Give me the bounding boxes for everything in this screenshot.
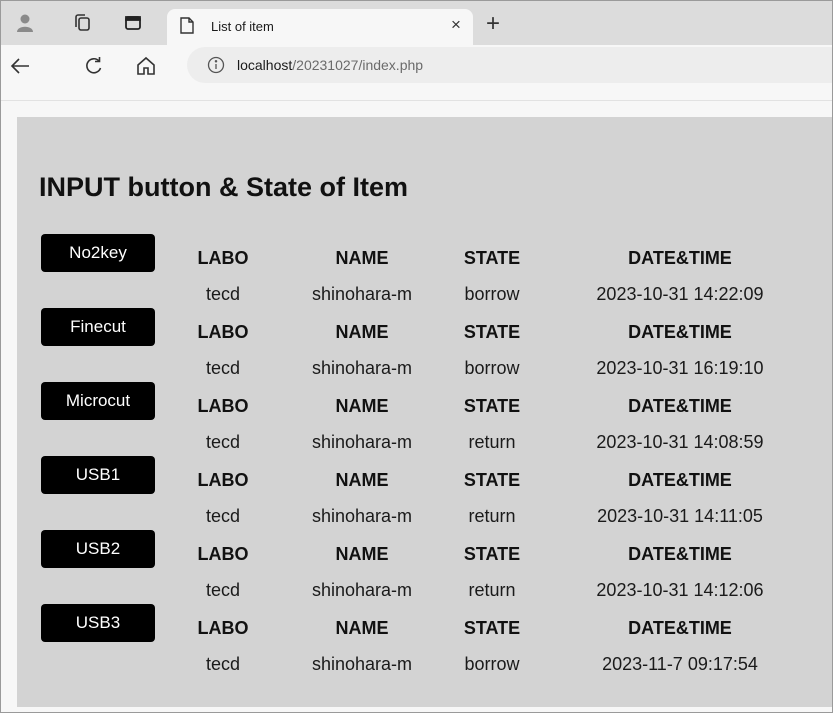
address-bar[interactable]: localhost/20231027/index.php xyxy=(187,47,832,83)
state-header: STATE xyxy=(463,248,521,268)
labo-header: LABO xyxy=(197,544,249,564)
state-header: STATE xyxy=(463,618,521,638)
name-header: NAME xyxy=(335,248,389,268)
usb1-button[interactable]: USB1 xyxy=(41,456,155,494)
labo-value: tecd xyxy=(205,284,241,304)
home-icon[interactable] xyxy=(131,51,161,81)
close-tab-icon[interactable]: × xyxy=(445,14,467,36)
state-header: STATE xyxy=(463,470,521,490)
labo-value: tecd xyxy=(205,506,241,526)
labo-header: LABO xyxy=(197,322,249,342)
datetime-value: 2023-10-31 14:12:06 xyxy=(596,580,764,600)
state-value: borrow xyxy=(464,284,520,304)
page-icon xyxy=(180,17,194,39)
datetime-header: DATE&TIME xyxy=(628,470,732,490)
tab-actions-icon[interactable] xyxy=(119,9,147,37)
url-path: /20231027/index.php xyxy=(292,57,424,73)
name-header: NAME xyxy=(335,544,389,564)
no2key-button[interactable]: No2key xyxy=(41,234,155,272)
finecut-button[interactable]: Finecut xyxy=(41,308,155,346)
datetime-header: DATE&TIME xyxy=(628,248,732,268)
name-value: shinohara-m xyxy=(311,506,413,526)
page-content: INPUT button & State of Item No2key LABO… xyxy=(17,117,832,707)
name-value: shinohara-m xyxy=(311,654,413,674)
name-value: shinohara-m xyxy=(311,432,413,452)
item-group-usb1: USB1 LABO NAME STATE DATE&TIME tecd shin… xyxy=(17,456,832,530)
datetime-value: 2023-11-7 09:17:54 xyxy=(602,654,758,674)
state-header: STATE xyxy=(463,396,521,416)
state-header: STATE xyxy=(463,322,521,342)
item-group-finecut: Finecut LABO NAME STATE DATE&TIME tecd s… xyxy=(17,308,832,382)
name-header: NAME xyxy=(335,618,389,638)
labo-header: LABO xyxy=(197,248,249,268)
datetime-header: DATE&TIME xyxy=(628,618,732,638)
datetime-header: DATE&TIME xyxy=(628,544,732,564)
datetime-value: 2023-10-31 14:11:05 xyxy=(597,506,763,526)
item-group-no2key: No2key LABO NAME STATE DATE&TIME tecd sh… xyxy=(17,234,832,308)
profile-icon[interactable] xyxy=(11,9,39,37)
back-arrow-icon[interactable] xyxy=(5,51,35,81)
microcut-button[interactable]: Microcut xyxy=(41,382,155,420)
labo-header: LABO xyxy=(197,618,249,638)
labo-value: tecd xyxy=(205,432,241,452)
name-header: NAME xyxy=(335,396,389,416)
labo-value: tecd xyxy=(205,654,241,674)
datetime-value: 2023-10-31 14:08:59 xyxy=(596,432,764,452)
tab-strip: List of item × + xyxy=(1,1,832,45)
labo-value: tecd xyxy=(205,580,241,600)
state-value: return xyxy=(468,506,516,526)
usb3-button[interactable]: USB3 xyxy=(41,604,155,642)
name-value: shinohara-m xyxy=(311,580,413,600)
page-title: INPUT button & State of Item xyxy=(39,172,408,202)
new-tab-button[interactable]: + xyxy=(480,12,506,38)
item-group-usb3: USB3 LABO NAME STATE DATE&TIME tecd shin… xyxy=(17,604,832,678)
name-header: NAME xyxy=(335,470,389,490)
datetime-header: DATE&TIME xyxy=(628,322,732,342)
item-group-usb2: USB2 LABO NAME STATE DATE&TIME tecd shin… xyxy=(17,530,832,604)
datetime-header: DATE&TIME xyxy=(628,396,732,416)
state-header: STATE xyxy=(463,544,521,564)
workspaces-icon[interactable] xyxy=(69,9,97,37)
labo-value: tecd xyxy=(205,358,241,378)
state-value: borrow xyxy=(464,654,520,674)
browser-window: List of item × + localhost/20231027/inde… xyxy=(0,0,833,713)
state-value: return xyxy=(468,432,516,452)
info-icon[interactable] xyxy=(207,56,225,79)
tab-title: List of item xyxy=(211,19,274,34)
state-value: return xyxy=(468,580,516,600)
usb2-button[interactable]: USB2 xyxy=(41,530,155,568)
labo-header: LABO xyxy=(197,396,249,416)
labo-header: LABO xyxy=(197,470,249,490)
item-group-microcut: Microcut LABO NAME STATE DATE&TIME tecd … xyxy=(17,382,832,456)
url-text: localhost/20231027/index.php xyxy=(237,57,423,73)
browser-toolbar: localhost/20231027/index.php xyxy=(1,45,832,101)
active-tab[interactable]: List of item × xyxy=(167,9,473,45)
state-value: borrow xyxy=(464,358,520,378)
name-header: NAME xyxy=(335,322,389,342)
datetime-value: 2023-10-31 16:19:10 xyxy=(596,358,764,378)
name-value: shinohara-m xyxy=(311,284,413,304)
datetime-value: 2023-10-31 14:22:09 xyxy=(596,284,764,304)
name-value: shinohara-m xyxy=(311,358,413,378)
refresh-icon[interactable] xyxy=(79,51,109,81)
url-host: localhost xyxy=(237,57,293,73)
